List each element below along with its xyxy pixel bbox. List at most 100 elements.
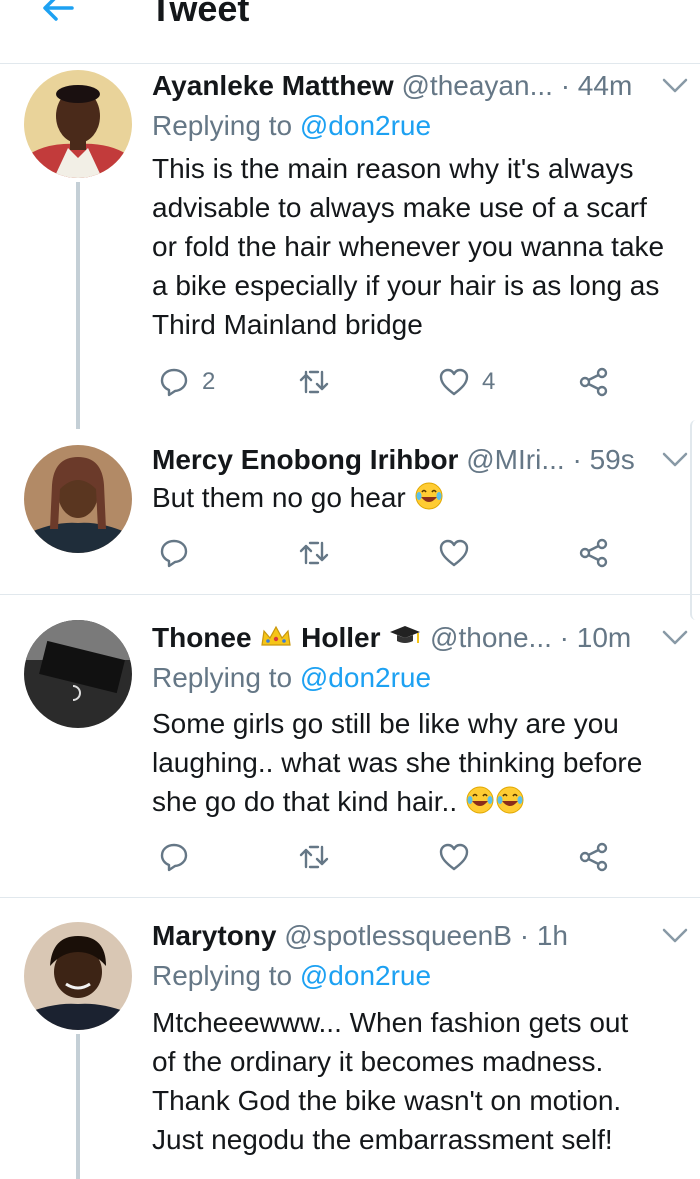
share-button[interactable] bbox=[578, 839, 610, 875]
like-button[interactable] bbox=[438, 535, 482, 571]
tweet-text: This is the main reason why it's always … bbox=[152, 149, 698, 344]
display-name[interactable]: Ayanleke Matthew bbox=[152, 70, 394, 101]
share-button[interactable] bbox=[578, 535, 610, 571]
reply-button[interactable] bbox=[158, 839, 202, 875]
user-handle[interactable]: @spotlessqueenB bbox=[284, 920, 512, 951]
reply-icon bbox=[160, 843, 188, 872]
mention-link[interactable]: @don2rue bbox=[300, 110, 431, 141]
share-icon bbox=[579, 538, 608, 568]
avatar[interactable] bbox=[24, 70, 132, 178]
timestamp[interactable]: 10m bbox=[577, 622, 631, 653]
reply-count: 2 bbox=[202, 368, 216, 395]
tweet-text-line: advisable to always make use of a scarf bbox=[152, 192, 647, 223]
tweet-text-line: This is the main reason why it's always bbox=[152, 153, 634, 184]
timestamp[interactable]: 59s bbox=[590, 444, 635, 475]
tweet-text: Mtcheeewww... When fashion gets out of t… bbox=[152, 1003, 698, 1159]
laughing-emoji-icon bbox=[495, 785, 525, 815]
retweet-button[interactable] bbox=[298, 839, 342, 875]
tweet-menu-button[interactable] bbox=[660, 74, 690, 98]
retweet-icon bbox=[299, 370, 329, 394]
tweet-actions bbox=[152, 839, 632, 875]
thread-line bbox=[76, 182, 80, 429]
retweet-icon bbox=[299, 845, 329, 869]
tweet-header: Thonee Holler @thone... · 10m bbox=[152, 620, 650, 656]
tweet-text-line: a bike especially if your hair is as lon… bbox=[152, 270, 660, 301]
tweet-text: But them no go hear bbox=[152, 478, 698, 517]
replying-to: Replying to @don2rue bbox=[152, 108, 431, 144]
crown-emoji-icon bbox=[259, 622, 293, 648]
tweet-text-line: laughing.. what was she thinking before bbox=[152, 747, 643, 778]
heart-icon bbox=[439, 539, 469, 567]
user-handle[interactable]: @theayan... bbox=[402, 70, 553, 101]
tweet-menu-button[interactable] bbox=[660, 448, 690, 472]
chevron-down-icon bbox=[662, 928, 688, 943]
tweet-actions bbox=[152, 535, 632, 571]
laughing-emoji-icon bbox=[465, 785, 495, 815]
reply-icon bbox=[160, 539, 188, 568]
avatar[interactable] bbox=[24, 445, 132, 553]
divider bbox=[0, 594, 700, 595]
timestamp[interactable]: 1h bbox=[537, 920, 568, 951]
tweet[interactable]: Ayanleke Matthew @theayan... · 44m Reply… bbox=[0, 68, 700, 429]
timestamp[interactable]: 44m bbox=[578, 70, 632, 101]
display-name[interactable]: Mercy Enobong Irihbor bbox=[152, 444, 458, 475]
display-name-part: Holler bbox=[301, 622, 381, 653]
retweet-button[interactable] bbox=[298, 364, 342, 400]
replying-to: Replying to @don2rue bbox=[152, 958, 431, 994]
arrow-left-icon bbox=[43, 0, 74, 21]
separator-dot: · bbox=[519, 920, 530, 951]
user-handle[interactable]: @MIri... bbox=[466, 444, 564, 475]
like-count: 4 bbox=[482, 368, 496, 395]
tweet-header: Ayanleke Matthew @theayan... · 44m bbox=[152, 68, 650, 104]
like-button[interactable] bbox=[438, 839, 482, 875]
retweet-button[interactable] bbox=[298, 535, 342, 571]
separator-dot: · bbox=[560, 70, 571, 101]
chevron-down-icon bbox=[662, 452, 688, 467]
thread-line bbox=[76, 1034, 80, 1179]
tweet[interactable]: Marytony @spotlessqueenB · 1h Replying t… bbox=[0, 918, 700, 1179]
tweet-menu-button[interactable] bbox=[660, 924, 690, 948]
tweet-text-line: Mtcheeewww... When fashion gets out bbox=[152, 1007, 629, 1038]
reply-button[interactable]: 2 bbox=[158, 364, 215, 400]
chevron-down-icon bbox=[662, 630, 688, 645]
tweet-text-line: she go do that kind hair.. bbox=[152, 786, 458, 817]
separator-dot: · bbox=[572, 444, 582, 475]
tweet-text-line: But them no go hear bbox=[152, 482, 406, 513]
heart-icon bbox=[439, 368, 469, 396]
display-name[interactable]: Thonee Holler bbox=[152, 622, 430, 653]
replying-to-label: Replying to bbox=[152, 662, 293, 693]
reply-icon bbox=[160, 368, 188, 397]
like-button[interactable]: 4 bbox=[438, 364, 495, 400]
graduation-cap-icon bbox=[388, 622, 422, 648]
app-header: Tweet bbox=[0, 0, 700, 64]
display-name[interactable]: Marytony bbox=[152, 920, 276, 951]
tweet-text-line: Thank God the bike wasn't on motion. bbox=[152, 1085, 622, 1116]
tweet-text-line: of the ordinary it becomes madness. bbox=[152, 1046, 604, 1077]
share-icon bbox=[579, 367, 608, 397]
mention-link[interactable]: @don2rue bbox=[300, 960, 431, 991]
avatar[interactable] bbox=[24, 922, 132, 1030]
separator-dot: · bbox=[559, 622, 569, 653]
tweet-actions: 2 4 bbox=[152, 364, 632, 400]
share-button[interactable] bbox=[578, 364, 610, 400]
tweet-text-line: or fold the hair whenever you wanna take bbox=[152, 231, 665, 262]
tweet[interactable]: Thonee Holler @thone... · 10m Replying t… bbox=[0, 620, 700, 880]
tweet-menu-button[interactable] bbox=[660, 626, 690, 650]
chevron-down-icon bbox=[662, 78, 688, 93]
tweet[interactable]: Mercy Enobong Irihbor @MIri... · 59s But… bbox=[0, 442, 700, 582]
tweet-text: Some girls go still be like why are you … bbox=[152, 704, 698, 821]
tweet-text-line: Third Mainland bridge bbox=[152, 309, 423, 340]
tweet-header: Mercy Enobong Irihbor @MIri... · 59s bbox=[152, 442, 650, 478]
avatar[interactable] bbox=[24, 620, 132, 728]
laughing-emoji-icon bbox=[414, 481, 444, 511]
back-button[interactable] bbox=[38, 0, 78, 28]
page-title: Tweet bbox=[150, 0, 250, 29]
reply-button[interactable] bbox=[158, 535, 202, 571]
tweet-text-line: Some girls go still be like why are you bbox=[152, 708, 619, 739]
heart-icon bbox=[439, 843, 469, 871]
mention-link[interactable]: @don2rue bbox=[300, 662, 431, 693]
replying-to-label: Replying to bbox=[152, 110, 293, 141]
tweet-header: Marytony @spotlessqueenB · 1h bbox=[152, 918, 650, 954]
user-handle[interactable]: @thone... bbox=[430, 622, 552, 653]
tweet-text-line: Just negodu the embarrassment self! bbox=[152, 1124, 613, 1155]
